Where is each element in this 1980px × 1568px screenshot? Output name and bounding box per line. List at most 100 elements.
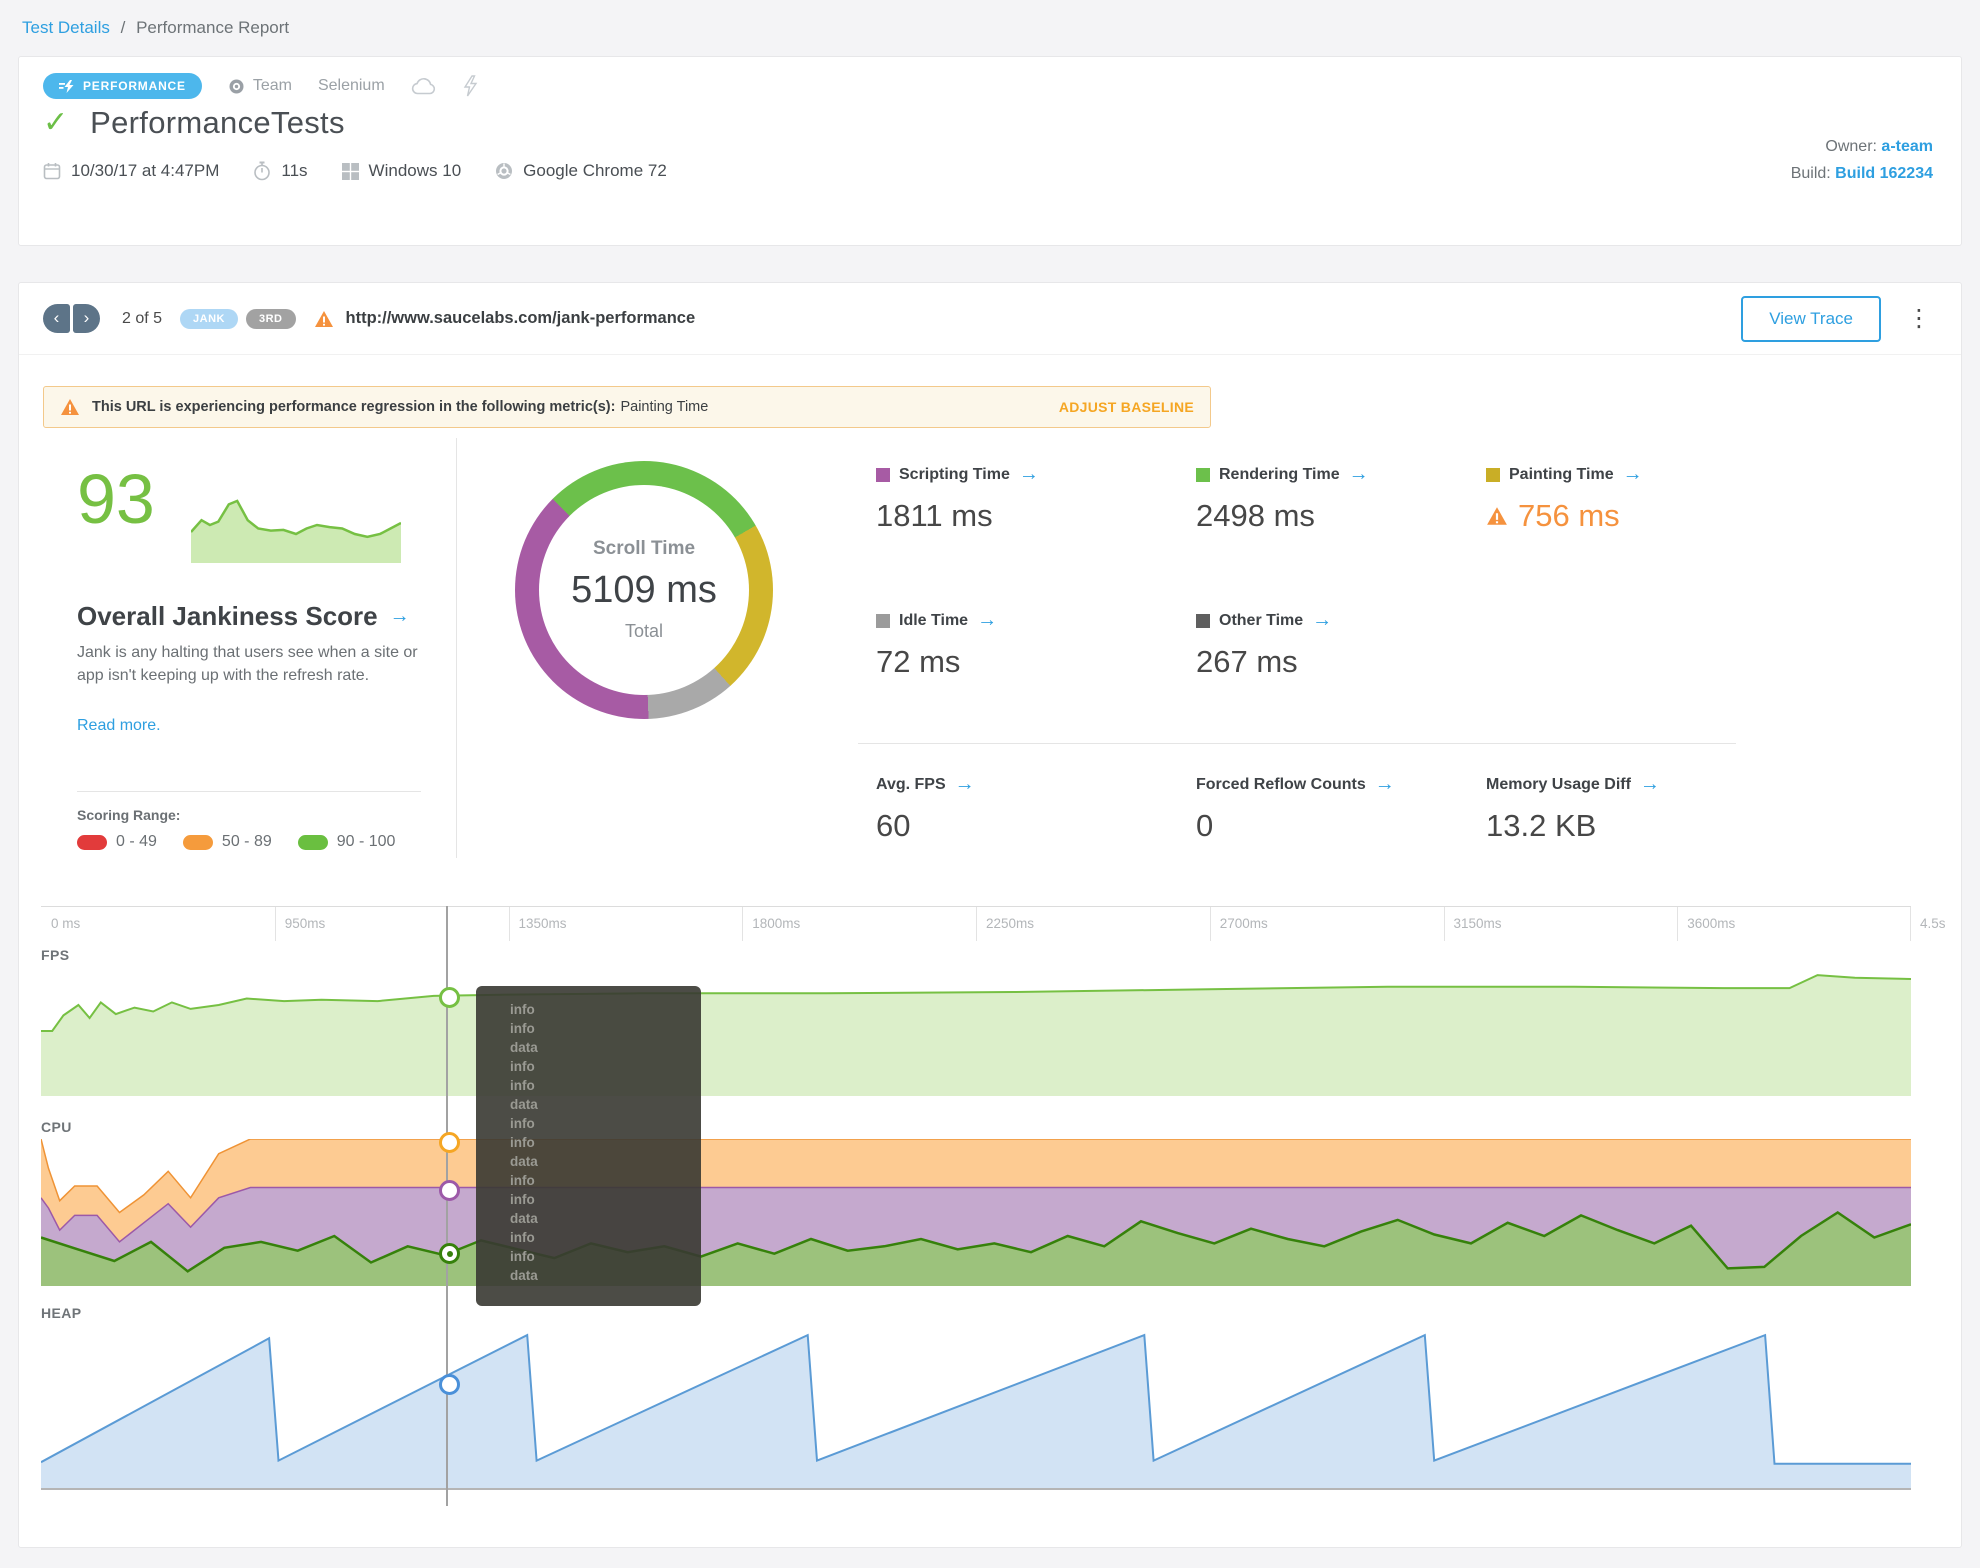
range-pill-icon [182,834,213,850]
score-sparkline-chart [191,499,401,563]
tooltip-row: data [510,1268,538,1283]
metric-value: 0 [1196,808,1214,843]
read-more-link[interactable]: Read more. [77,717,161,735]
axis-tick-line [1910,907,1911,941]
tooltip-row: data [510,1040,538,1055]
scroll-time-donut-chart: Scroll Time 5109 ms Total [515,461,773,719]
url-tag: JANK [180,308,238,329]
axis-tick-line [742,907,744,941]
regression-alert-banner: This URL is experiencing performance reg… [43,386,1211,428]
kebab-menu-icon[interactable]: ⋮ [1901,303,1937,335]
axis-tick-label: 2250ms [986,916,1035,931]
axis-tick-label: 2700ms [1219,916,1268,931]
metric-arrow-icon[interactable]: → [1640,773,1660,796]
vertical-divider [456,438,457,858]
metric-header: Forced Reflow Counts → [1196,773,1496,796]
range-label: 90 - 100 [336,833,396,850]
fps-chart[interactable] [41,966,1911,1096]
axis-tick-line [508,907,510,941]
tooltip-row: info [510,1249,535,1264]
performance-bolt-icon [59,79,74,93]
secondary-metric-card: Avg. FPS → 60 [876,773,1176,844]
tooltip-row: info [510,1116,535,1131]
view-trace-button[interactable]: View Trace [1741,295,1881,342]
metric-label: Avg. FPS [876,775,946,793]
alert-message: This URL is experiencing performance reg… [92,399,708,415]
metric-color-icon [1486,467,1500,482]
cursor-marker-icon [439,987,460,1008]
next-url-button[interactable]: › [73,304,100,333]
range-label: 50 - 89 [221,833,272,850]
metric-arrow-icon[interactable]: → [1349,463,1369,486]
tooltip-rows: info info data info info data info info data info… [510,1000,701,1285]
donut-title: Scroll Time [592,538,696,559]
metric-arrow-icon[interactable]: → [977,609,997,632]
metric-value: 267 ms [1196,644,1298,679]
metric-arrow-icon[interactable]: → [1019,463,1039,486]
donut-total-value: 5109 ms [571,569,717,611]
framework-label: Selenium [317,77,385,94]
alert-metric: Painting Time [620,399,709,415]
breadcrumb-separator: / [120,18,126,37]
metric-value: 756 ms [1486,498,1786,534]
secondary-metric-card: Memory Usage Diff → 13.2 KB [1486,773,1786,844]
visibility-icon [229,79,244,93]
axis-tick-line [1443,907,1445,941]
badges-row: PERFORMANCE Team Selenium [43,73,478,99]
build-link[interactable]: Build 162234 [1835,165,1933,182]
metrics-divider [858,743,1736,744]
axis-tick-line [976,907,977,941]
stopwatch-icon [254,161,271,181]
cpu-chart[interactable] [41,1139,1911,1286]
score-arrow-icon[interactable]: → [390,605,410,628]
metric-label: Memory Usage Diff [1486,775,1631,793]
metric-header: Rendering Time → [1196,463,1496,486]
metric-arrow-icon[interactable]: → [1623,463,1643,486]
tooltip-row: data [510,1211,538,1226]
owner-label: Owner: [1825,138,1877,155]
url-label: http://www.saucelabs.com/jank-performanc… [345,309,696,327]
score-divider [77,791,421,792]
cloud-icon [411,77,435,95]
cursor-marker-icon [439,1243,460,1264]
metric-header: Scripting Time → [876,463,1176,486]
performance-badge-label: PERFORMANCE [83,79,186,93]
metric-color-icon [1196,467,1210,482]
test-header-card: PERFORMANCE Team Selenium ✓ PerformanceT… [18,56,1962,246]
axis-tick-label: 1800ms [752,916,801,931]
prev-url-button[interactable]: ‹ [43,304,70,333]
timeline-tooltip: info info data info info data info info data info… [476,986,701,1306]
meta-browser: Google Chrome 72 [495,161,667,181]
performance-report-card: ‹ › 2 of 5 JANK 3RD http://www.saucelabs.… [18,282,1962,1548]
range-pill-icon [77,834,107,850]
score-title: Overall Jankiness Score [77,601,378,631]
tooltip-row: info [510,1021,535,1036]
axis-tick-label: 0 ms [51,916,81,931]
metric-card: Other Time → 267 ms [1196,609,1496,680]
title-row: ✓ PerformanceTests [43,105,345,141]
url-tag: 3RD [245,308,296,329]
metric-value: 2498 ms [1196,498,1315,533]
axis-tick-line [1209,907,1211,941]
metric-header: Avg. FPS → [876,773,1176,796]
metric-arrow-icon[interactable]: → [1312,609,1332,632]
breadcrumb-test-details-link[interactable]: Test Details [22,18,110,37]
metric-card: Rendering Time → 2498 ms [1196,463,1496,534]
calendar-icon [43,163,61,180]
adjust-baseline-button[interactable]: ADJUST BASELINE [1059,399,1194,415]
meta-os: Windows 10 [341,161,462,181]
metric-arrow-icon[interactable]: → [1375,773,1395,796]
heap-baseline-axis [41,1488,1911,1490]
fps-chart-label: FPS [41,947,70,963]
owner-link[interactable]: a-team [1881,138,1933,155]
metric-value: 1811 ms [876,498,993,533]
metric-arrow-icon[interactable]: → [955,773,975,796]
heap-chart[interactable] [41,1327,1911,1488]
metric-warning-icon [1487,507,1507,525]
metric-label: Painting Time [1509,465,1614,483]
meta-os-label: Windows 10 [368,161,462,180]
metric-color-icon [1196,613,1210,628]
cursor-marker-icon [439,1374,460,1395]
tooltip-row: info [510,1192,535,1207]
meta-browser-label: Google Chrome 72 [523,161,667,180]
